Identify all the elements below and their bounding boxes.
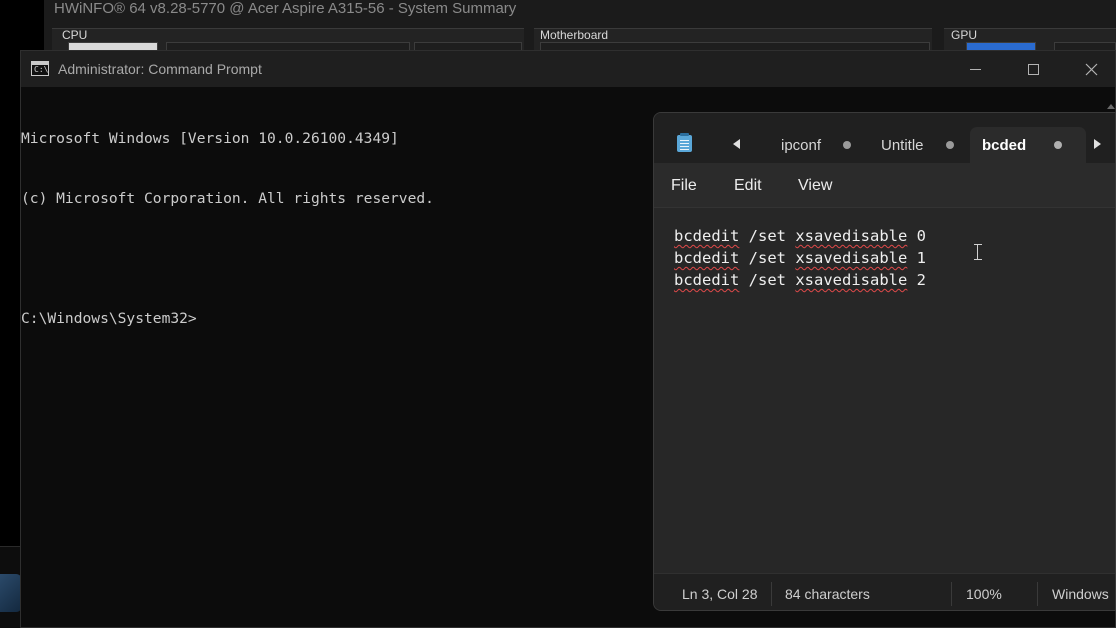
status-cursor-position: Ln 3, Col 28: [682, 586, 758, 602]
maximize-icon: [1027, 63, 1039, 75]
menu-file[interactable]: File: [671, 177, 697, 195]
console-line: Microsoft Windows [Version 10.0.26100.43…: [21, 130, 399, 147]
notepad-tab-bar: ipconf Untitle bcded: [654, 113, 1115, 163]
hwinfo-title: HWiNFO® 64 v8.28-5770 @ Acer Aspire A315…: [54, 0, 517, 17]
status-divider: [771, 582, 772, 606]
tab-bcded-active[interactable]: bcded: [970, 127, 1086, 163]
unsaved-dot-icon[interactable]: [843, 141, 852, 149]
status-character-count: 84 characters: [785, 586, 870, 602]
word: /set: [748, 249, 786, 267]
word: 2: [916, 271, 927, 289]
tab-label: bcded: [982, 136, 1027, 154]
console-line: (c) Microsoft Corporation. All rights re…: [21, 190, 434, 207]
console-prompt: C:\Windows\System32>: [21, 310, 197, 327]
notepad-window[interactable]: ipconf Untitle bcded File Edit View bcde…: [653, 112, 1116, 611]
status-zoom[interactable]: 100%: [966, 586, 1002, 602]
cmd-titlebar[interactable]: C:\ Administrator: Command Prompt: [21, 51, 1115, 87]
word: bcdedit: [674, 249, 740, 267]
word: /set: [748, 271, 786, 289]
status-divider: [1037, 582, 1038, 606]
tab-untitled[interactable]: Untitle: [881, 127, 954, 163]
tab-label: Untitle: [881, 136, 924, 154]
cmd-window-title: Administrator: Command Prompt: [58, 61, 262, 77]
menu-view[interactable]: View: [798, 177, 832, 195]
maximize-button[interactable]: [1004, 51, 1062, 87]
notepad-status-bar: Ln 3, Col 28 84 characters 100% Windows: [654, 573, 1115, 610]
notepad-editor[interactable]: bcdedit /set xsavedisable 0 bcdedit /set…: [654, 207, 1115, 573]
word: 1: [916, 249, 927, 267]
word: bcdedit: [674, 227, 740, 245]
word: xsavedisable: [795, 249, 908, 267]
editor-line: bcdedit /set xsavedisable 2: [674, 269, 926, 291]
unsaved-dot-icon[interactable]: [945, 141, 954, 149]
tab-label: ipconf: [781, 136, 822, 154]
word: xsavedisable: [795, 271, 908, 289]
status-line-ending[interactable]: Windows: [1052, 586, 1109, 602]
scroll-up-icon[interactable]: [1107, 103, 1115, 109]
hwinfo-gpu-label: GPU: [951, 28, 978, 42]
close-button[interactable]: [1062, 51, 1116, 87]
unsaved-dot-icon[interactable]: [1054, 141, 1063, 149]
desktop: HWiNFO® 64 v8.28-5770 @ Acer Aspire A315…: [0, 0, 1116, 628]
hwinfo-motherboard-label: Motherboard: [540, 28, 609, 42]
chevron-left-icon[interactable]: [733, 139, 740, 149]
editor-line: bcdedit /set xsavedisable 1: [674, 247, 926, 269]
editor-line: bcdedit /set xsavedisable 0: [674, 225, 926, 247]
tab-ipconf[interactable]: ipconf: [781, 127, 852, 163]
word: bcdedit: [674, 271, 740, 289]
ibeam-cursor-icon: [974, 244, 982, 260]
minimize-button[interactable]: [946, 51, 1004, 87]
word: 0: [916, 227, 927, 245]
menu-edit[interactable]: Edit: [734, 177, 762, 195]
chevron-right-icon[interactable]: [1094, 139, 1101, 149]
minimize-icon: [969, 68, 981, 70]
cmd-icon-text: C:\: [34, 65, 49, 74]
console-output[interactable]: Microsoft Windows [Version 10.0.26100.43…: [21, 89, 661, 369]
word: /set: [748, 227, 786, 245]
taskbar-app-thumbnail[interactable]: [0, 574, 22, 612]
status-divider: [951, 582, 952, 606]
word: xsavedisable: [795, 227, 908, 245]
command-prompt-icon: C:\: [31, 61, 49, 76]
notepad-icon: [677, 133, 692, 152]
notepad-menu-bar: File Edit View: [654, 163, 1115, 207]
hwinfo-cpu-label: CPU: [62, 28, 88, 42]
close-icon: [1085, 63, 1097, 75]
